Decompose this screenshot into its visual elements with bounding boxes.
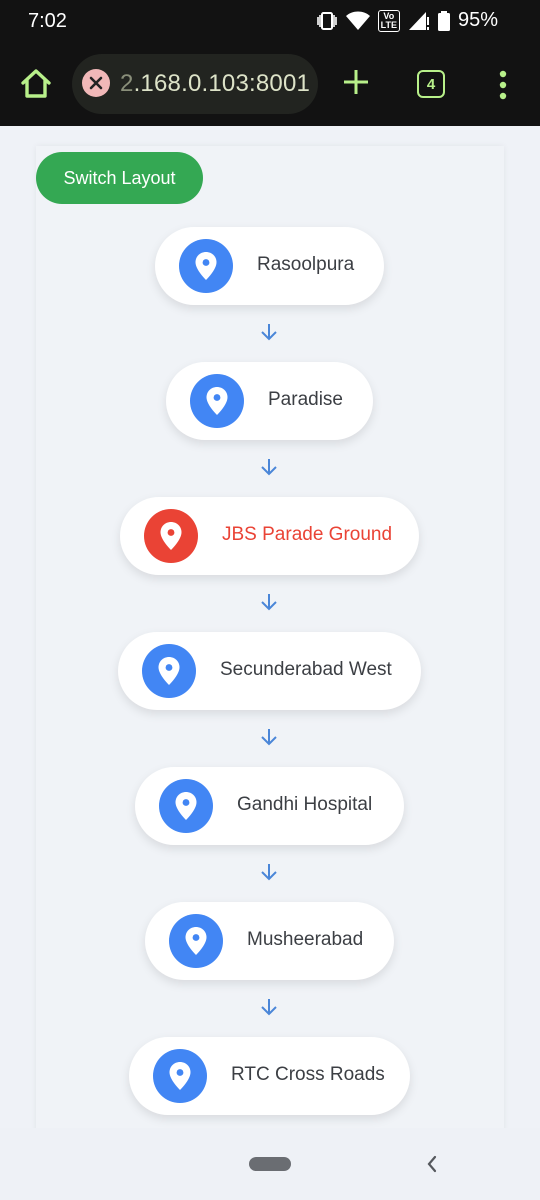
stop-card-active[interactable]: JBS Parade Ground bbox=[120, 497, 419, 575]
chevron-left-icon bbox=[424, 1155, 440, 1179]
stop-card[interactable]: Musheerabad bbox=[145, 902, 394, 980]
vibrate-icon bbox=[316, 11, 338, 30]
address-bar[interactable]: 2.168.0.103:8001 bbox=[72, 54, 318, 114]
arrow-down-icon bbox=[258, 456, 280, 478]
arrow-down-icon bbox=[258, 861, 280, 883]
status-time: 7:02 bbox=[28, 10, 67, 32]
arrow-down-icon bbox=[258, 726, 280, 748]
stop-name: Secunderabad West bbox=[220, 659, 392, 680]
stop-name: JBS Parade Ground bbox=[222, 524, 393, 545]
battery-icon bbox=[437, 10, 450, 31]
more-vert-icon bbox=[496, 70, 510, 104]
system-nav-bar bbox=[0, 1128, 540, 1200]
plus-icon bbox=[340, 70, 372, 102]
home-gesture-pill[interactable] bbox=[249, 1157, 291, 1171]
page-content: Switch Layout Rasoolpura Paradise JBS Pa… bbox=[0, 126, 540, 1136]
new-tab-button[interactable] bbox=[340, 66, 372, 98]
wifi-icon bbox=[345, 11, 370, 31]
arrow-down-icon bbox=[258, 996, 280, 1018]
stop-name: Rasoolpura bbox=[257, 254, 355, 275]
stop-name: Gandhi Hospital bbox=[237, 794, 373, 815]
stop-name: Paradise bbox=[268, 389, 343, 410]
stop-card[interactable]: Paradise bbox=[166, 362, 373, 440]
status-icons: Vo LTE 95% bbox=[316, 9, 498, 32]
stop-name: RTC Cross Roads bbox=[231, 1064, 385, 1085]
location-pin-icon bbox=[179, 239, 233, 293]
home-button[interactable] bbox=[18, 66, 54, 102]
stop-name: Musheerabad bbox=[247, 929, 364, 950]
switch-layout-button[interactable]: Switch Layout bbox=[36, 152, 203, 204]
page-error-button[interactable] bbox=[82, 69, 110, 97]
stop-card[interactable]: RTC Cross Roads bbox=[129, 1037, 410, 1115]
back-button[interactable] bbox=[424, 1153, 440, 1175]
stop-card[interactable]: Gandhi Hospital bbox=[135, 767, 404, 845]
browser-toolbar: 2.168.0.103:8001 4 bbox=[0, 44, 540, 126]
location-pin-icon bbox=[142, 644, 196, 698]
location-pin-icon bbox=[169, 914, 223, 968]
location-pin-icon bbox=[153, 1049, 207, 1103]
arrow-down-icon bbox=[258, 321, 280, 343]
home-icon bbox=[18, 69, 54, 106]
location-pin-icon bbox=[159, 779, 213, 833]
stop-card[interactable]: Secunderabad West bbox=[118, 632, 421, 710]
volte-badge: Vo LTE bbox=[377, 9, 400, 32]
battery-percent: 95% bbox=[457, 9, 498, 31]
signal-icon bbox=[408, 11, 430, 31]
stop-card[interactable]: Rasoolpura bbox=[155, 227, 384, 305]
url-text[interactable]: 2.168.0.103:8001 bbox=[120, 70, 310, 98]
location-pin-icon bbox=[190, 374, 244, 428]
status-bar: 7:02 Vo LTE 95% bbox=[0, 0, 540, 44]
location-pin-icon bbox=[144, 509, 198, 563]
menu-button[interactable] bbox=[496, 70, 510, 100]
arrow-down-icon bbox=[258, 591, 280, 613]
tab-switcher-button[interactable]: 4 bbox=[417, 70, 445, 98]
